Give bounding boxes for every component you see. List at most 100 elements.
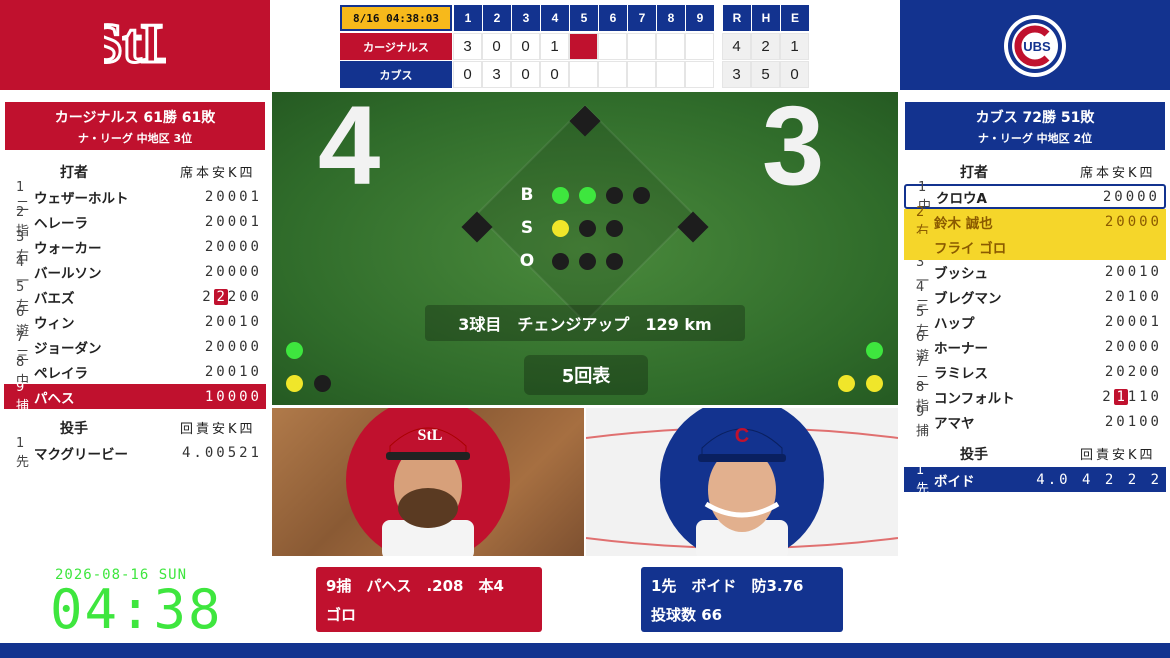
away-batter-row[interactable]: 4一 バールソン 20000 — [4, 255, 266, 289]
home-batter-row[interactable]: 5左 ハップ 20001 — [904, 305, 1166, 339]
away-batter-row[interactable]: 3右 ウォーカー 20000 — [4, 230, 266, 264]
away-batter-row[interactable]: 1二 ウェザーホルト 20001 — [4, 180, 266, 214]
away-indicator-dot — [286, 375, 303, 392]
away-batter-name: バエズ — [34, 290, 75, 307]
batter-caption: 9捕 パヘス .208 本4 ゴロ — [316, 567, 542, 632]
linescore-total-header: R — [722, 5, 751, 31]
away-batter-stats: 20000 — [204, 238, 262, 255]
linescore-total-header: E — [780, 5, 809, 31]
home-pitcher-order: 1先 — [916, 462, 931, 497]
cardinals-logo-icon: StL — [104, 12, 166, 77]
cardinals-logo-panel: StL — [0, 0, 270, 90]
away-batter-stat-header: 席本安K四 — [180, 166, 256, 181]
home-batter-stats: 20100 — [1104, 413, 1162, 430]
linescore-team-name: カージナルス — [340, 33, 452, 60]
bso-dot — [606, 253, 623, 270]
bso-dot — [552, 187, 569, 204]
away-batter-row[interactable]: 5左 バエズ 2 2 200 — [4, 280, 266, 314]
away-batter-header: 打者 — [60, 165, 88, 181]
away-pitcher-header: 投手 — [60, 421, 88, 437]
home-batter-row[interactable]: 4三 ブレグマン 20100 — [904, 280, 1166, 314]
linescore-cell — [627, 61, 656, 88]
home-batter-name: コンフォルト — [934, 390, 1015, 407]
linescore-cell: 0 — [511, 33, 540, 60]
pitcher-photo-image: C — [585, 398, 899, 562]
linescore-cell — [656, 33, 685, 60]
home-indicator-dot — [866, 342, 883, 359]
home-batter-name: ブッシュ — [934, 265, 988, 282]
away-batter-name: ペレイラ — [34, 365, 88, 382]
home-indicator-dot — [866, 375, 883, 392]
linescore-cell: 0 — [453, 61, 482, 88]
away-team-header: カージナルス 61勝 61敗 ナ・リーグ 中地区 3位 — [5, 102, 265, 150]
away-batter-row[interactable]: 9捕 パヘス 10000 — [4, 380, 266, 414]
home-batter-stat-header: 席本安K四 — [1080, 166, 1156, 181]
bso-dot — [552, 253, 569, 270]
away-pitcher-stat-header: 回責安K四 — [180, 422, 256, 437]
away-pitcher-row[interactable]: 1先 マクグリービー 4.00521 — [4, 436, 266, 470]
bottom-bar — [0, 643, 1170, 658]
away-batter-stats: 20001 — [204, 188, 262, 205]
away-batter-name: ヘレーラ — [34, 215, 88, 232]
away-batter-name: パヘス — [34, 390, 75, 407]
linescore-inning-header: 4 — [540, 5, 569, 31]
home-score: 3 — [762, 83, 825, 208]
bso-label: B — [520, 185, 534, 205]
home-indicator-dot — [838, 375, 855, 392]
home-pitcher-stats: 4.0 4 2 2 2 — [1036, 471, 1162, 488]
home-batter-row[interactable]: 2右 鈴木 誠也 20000 — [904, 205, 1166, 239]
home-batter-stats: 20000 — [1104, 338, 1162, 355]
home-batter-row[interactable]: 3一 ブッシュ 20010 — [904, 255, 1166, 289]
linescore-inning-header: 8 — [656, 5, 685, 31]
home-batter-row[interactable]: 8指 コンフォルト 2 1 110 — [904, 380, 1166, 414]
away-batter-name: ジョーダン — [34, 340, 102, 357]
home-batter-name: クロウA — [936, 190, 987, 207]
away-batter-name: ウィン — [34, 315, 75, 332]
home-batter-row[interactable]: 1中 クロウA 20000 — [904, 180, 1166, 214]
home-team-panel: カブス 72勝 51敗 ナ・リーグ 中地区 2位 — [905, 102, 1165, 150]
bso-dot — [606, 220, 623, 237]
linescore-total-cell: 3 — [722, 61, 751, 88]
away-batter-row[interactable]: 6遊 ウィン 20010 — [4, 305, 266, 339]
linescore-total-header: H — [751, 5, 780, 31]
linescore-cell: 0 — [511, 61, 540, 88]
home-batter-stats: 20010 — [1104, 263, 1162, 280]
linescore-inning-header: 9 — [685, 5, 714, 31]
linescore-inning-header: 2 — [482, 5, 511, 31]
away-batter-order: 9捕 — [16, 379, 31, 414]
away-batter-row[interactable]: 2指 ヘレーラ 20001 — [4, 205, 266, 239]
away-batter-row[interactable]: 8中 ペレイラ 20010 — [4, 355, 266, 389]
linescore-inning-header: 3 — [511, 5, 540, 31]
svg-text:StL: StL — [418, 427, 443, 444]
away-indicator-dot — [286, 342, 303, 359]
bso-dot — [579, 220, 596, 237]
home-batter-row[interactable]: 6遊 ホーナー 20000 — [904, 330, 1166, 364]
away-batter-stats: 20001 — [204, 213, 262, 230]
linescore-cell — [598, 33, 627, 60]
away-batter-stats: 20010 — [204, 363, 262, 380]
home-team-record: カブス 72勝 51敗 — [975, 109, 1095, 126]
home-pitcher-row[interactable]: 1先 ボイド 4.0 4 2 2 2 — [904, 463, 1166, 497]
home-batter-header: 打者 — [960, 165, 988, 181]
line-score: 8/16 04:38:03 1 2 3 4 5 6 7 8 9 R H E カージナルス 3 0 0 1 4 2 1 カブ… — [340, 5, 830, 88]
away-team-standing: ナ・リーグ 中地区 3位 — [77, 131, 193, 145]
away-batter-row[interactable]: 7三 ジョーダン 20000 — [4, 330, 266, 364]
away-batter-stats: 2 2 200 — [202, 288, 262, 305]
linescore-cell: 3 — [453, 33, 482, 60]
bso-dot — [579, 253, 596, 270]
linescore-cell — [685, 33, 714, 60]
bso-label: O — [519, 251, 535, 271]
home-batter-row[interactable]: 9捕 アマヤ 20100 — [904, 405, 1166, 439]
pitch-info: 3球目 チェンジアップ 129 km — [425, 305, 745, 341]
linescore-cell — [685, 61, 714, 88]
home-batter-name: アマヤ — [934, 415, 975, 432]
home-batter-name: 鈴木 誠也 — [934, 215, 993, 232]
linescore-cell — [656, 61, 685, 88]
home-batter-row[interactable]: 7二 ラミレス 20200 — [904, 355, 1166, 389]
svg-text:UBS: UBS — [1023, 39, 1051, 54]
linescore-cell: 0 — [482, 33, 511, 60]
home-team-standing: ナ・リーグ 中地区 2位 — [977, 131, 1093, 145]
away-batter-stats: 20000 — [204, 263, 262, 280]
away-batter-name: ウォーカー — [34, 240, 102, 257]
pitcher-caption-line2: 投球数 66 — [651, 606, 723, 624]
